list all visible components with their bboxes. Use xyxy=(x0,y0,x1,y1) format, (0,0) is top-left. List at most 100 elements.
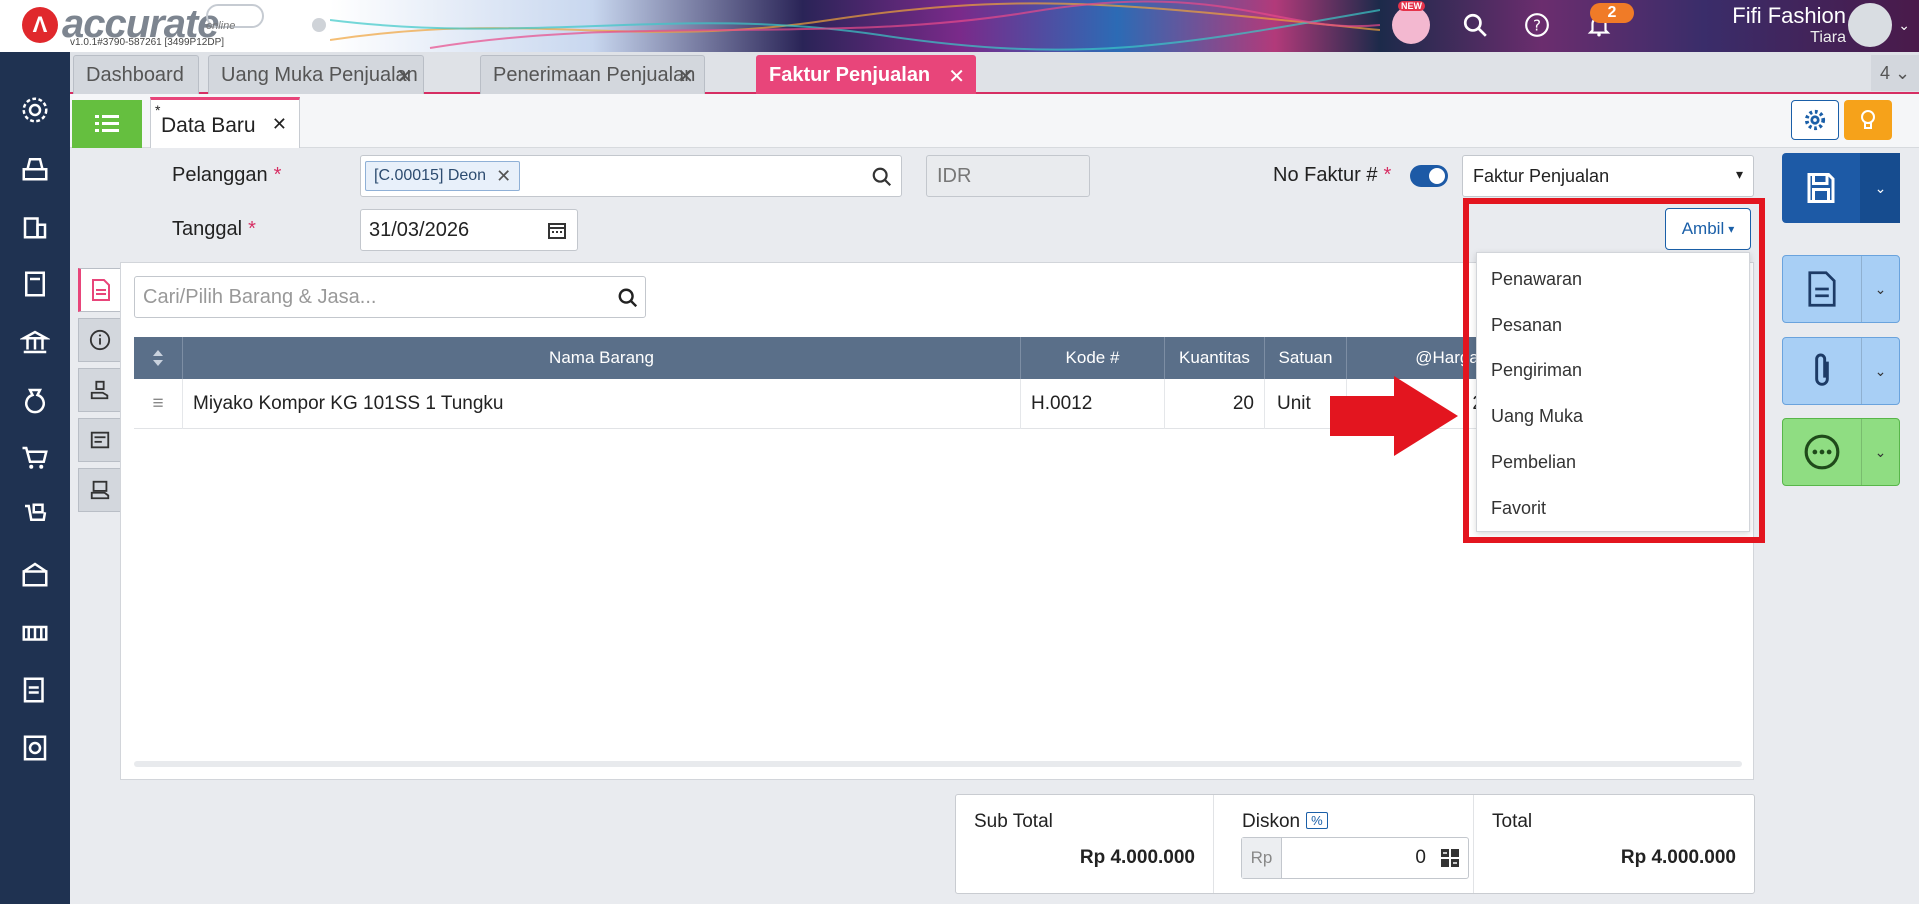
tax-icon[interactable] xyxy=(17,672,53,708)
detail-tab-payment[interactable] xyxy=(78,368,122,412)
document-actions-button[interactable]: ⌄ xyxy=(1782,255,1900,323)
document-icon xyxy=(1783,270,1861,308)
ledger-icon[interactable] xyxy=(17,266,53,302)
lightbulb-icon xyxy=(1861,110,1875,129)
form-toolbar: * Data Baru ✕ xyxy=(70,94,1919,148)
save-button[interactable]: ⌄ xyxy=(1782,153,1900,223)
date-label: Tanggal * xyxy=(172,218,256,240)
horizontal-scrollbar[interactable] xyxy=(134,761,1742,767)
subtab-data-baru[interactable]: * Data Baru ✕ xyxy=(150,97,300,148)
warehouse-icon[interactable] xyxy=(17,556,53,592)
subtotal-section: Sub Total Rp 4.000.000 xyxy=(956,795,1214,893)
money-bag-icon[interactable] xyxy=(17,382,53,418)
tab-strip: Dashboard Uang Muka Penjualan ✕ Penerima… xyxy=(70,52,1919,94)
more-dots-icon xyxy=(1783,433,1861,471)
customer-field[interactable]: [C.00015] Deon ✕ xyxy=(360,155,902,197)
discount-input[interactable]: Rp 0 xyxy=(1241,837,1469,879)
detail-tab-items[interactable] xyxy=(78,268,122,312)
total-label: Total xyxy=(1492,811,1533,832)
logo-mark: Λ xyxy=(22,6,58,43)
annotation-highlight-box xyxy=(1463,198,1765,543)
detail-tab-info[interactable] xyxy=(78,318,122,362)
invoice-type-select[interactable]: Faktur Penjualan ▾ xyxy=(1462,155,1754,197)
tab-dashboard[interactable]: Dashboard xyxy=(73,55,199,94)
sales-cart-icon[interactable] xyxy=(17,440,53,476)
tips-button[interactable] xyxy=(1844,100,1892,140)
tab-label: Dashboard xyxy=(86,63,184,86)
svg-text:?: ? xyxy=(1533,16,1541,34)
top-header: Λ accurate online v1.0.1#3790-587261 [34… xyxy=(0,0,1919,52)
discount-label: Diskon% xyxy=(1242,811,1328,833)
col-kuantitas[interactable]: Kuantitas xyxy=(1165,337,1265,379)
tab-label: Faktur Penjualan xyxy=(769,63,931,86)
totals-panel: Sub Total Rp 4.000.000 Diskon% Rp 0 Tota… xyxy=(955,794,1755,894)
currency-field: IDR xyxy=(926,155,1090,197)
item-qty: 20 xyxy=(1165,379,1265,429)
manufacture-icon[interactable] xyxy=(17,614,53,650)
version-text: v1.0.1#3790-587261 [3499P12DP] xyxy=(70,37,225,48)
cashier-icon[interactable] xyxy=(17,150,53,186)
close-icon[interactable]: ✕ xyxy=(948,64,965,89)
chevron-down-icon: ⌄ xyxy=(1898,17,1910,33)
invoice-type-value: Faktur Penjualan xyxy=(1473,166,1610,186)
col-satuan[interactable]: Satuan xyxy=(1265,337,1347,379)
auto-number-toggle[interactable] xyxy=(1410,165,1448,187)
chevron-down-icon[interactable]: ⌄ xyxy=(1861,419,1899,485)
detail-tab-costs[interactable] xyxy=(78,418,122,462)
info-icon xyxy=(89,329,111,351)
customer-value: [C.00015] Deon xyxy=(374,167,487,184)
more-actions-button[interactable]: ⌄ xyxy=(1782,418,1900,486)
discount-currency: Rp xyxy=(1242,838,1282,878)
detail-tab-down-payment[interactable] xyxy=(78,468,122,512)
settings-icon[interactable] xyxy=(17,92,53,128)
customer-label: Pelanggan * xyxy=(172,164,282,186)
attachment-button[interactable]: ⌄ xyxy=(1782,337,1900,405)
discount-percent-toggle[interactable]: % xyxy=(1306,812,1328,829)
whats-new-icon[interactable]: NEW xyxy=(1392,1,1430,44)
report-chart-icon[interactable] xyxy=(17,730,53,766)
close-icon[interactable]: ✕ xyxy=(677,64,694,89)
header-icons: NEW ? xyxy=(1392,1,1616,44)
item-name: Miyako Kompor KG 101SS 1 Tungku xyxy=(183,379,1021,429)
tab-uang-muka-penjualan[interactable]: Uang Muka Penjualan ✕ xyxy=(208,55,424,94)
purchase-cart-icon[interactable] xyxy=(17,498,53,534)
new-badge: NEW xyxy=(1398,1,1425,11)
user-avatar xyxy=(1848,3,1892,47)
header-decoration xyxy=(330,0,1380,52)
bank-icon[interactable] xyxy=(17,324,53,360)
item-search-input[interactable]: Cari/Pilih Barang & Jasa... xyxy=(134,276,646,318)
paperclip-icon xyxy=(1783,351,1861,391)
close-icon[interactable]: ✕ xyxy=(272,114,287,135)
chevron-down-icon[interactable]: ⌄ xyxy=(1861,256,1899,322)
search-icon[interactable] xyxy=(1458,8,1492,42)
tab-penerimaan-penjualan[interactable]: Penerimaan Penjualan ✕ xyxy=(480,55,705,94)
search-icon[interactable] xyxy=(617,287,639,315)
tab-label: Penerimaan Penjualan xyxy=(493,63,696,86)
sort-icon[interactable] xyxy=(134,337,183,379)
col-nama-barang[interactable]: Nama Barang xyxy=(183,337,1021,379)
list-icon xyxy=(95,115,119,132)
calendar-icon[interactable] xyxy=(547,220,567,246)
tab-faktur-penjualan[interactable]: Faktur Penjualan ✕ xyxy=(756,55,976,94)
floppy-disk-icon xyxy=(1782,170,1860,206)
status-dot xyxy=(312,18,326,32)
calculator-icon[interactable] xyxy=(1440,848,1460,873)
date-field[interactable]: 31/03/2026 xyxy=(360,209,578,251)
company-icon[interactable] xyxy=(17,208,53,244)
close-icon[interactable]: ✕ xyxy=(396,64,413,89)
remove-icon[interactable]: ✕ xyxy=(496,166,511,187)
chevron-down-icon[interactable]: ⌄ xyxy=(1861,338,1899,404)
list-view-button[interactable] xyxy=(72,100,142,148)
col-kode[interactable]: Kode # xyxy=(1021,337,1165,379)
help-icon[interactable]: ? xyxy=(1520,8,1554,42)
user-company: Tiara xyxy=(1810,29,1846,46)
chevron-down-icon[interactable]: ⌄ xyxy=(1860,153,1900,223)
tab-count: 4 xyxy=(1879,62,1890,83)
drag-handle-icon[interactable]: ≡ xyxy=(134,379,183,429)
discount-value: 0 xyxy=(1415,847,1426,868)
invoice-no-label: No Faktur # * xyxy=(1273,164,1392,186)
tab-count-dropdown[interactable]: 4 ⌄ xyxy=(1871,55,1919,91)
form-settings-button[interactable] xyxy=(1791,100,1839,140)
search-icon[interactable] xyxy=(871,166,893,193)
chevron-down-icon: ▾ xyxy=(1735,166,1743,182)
